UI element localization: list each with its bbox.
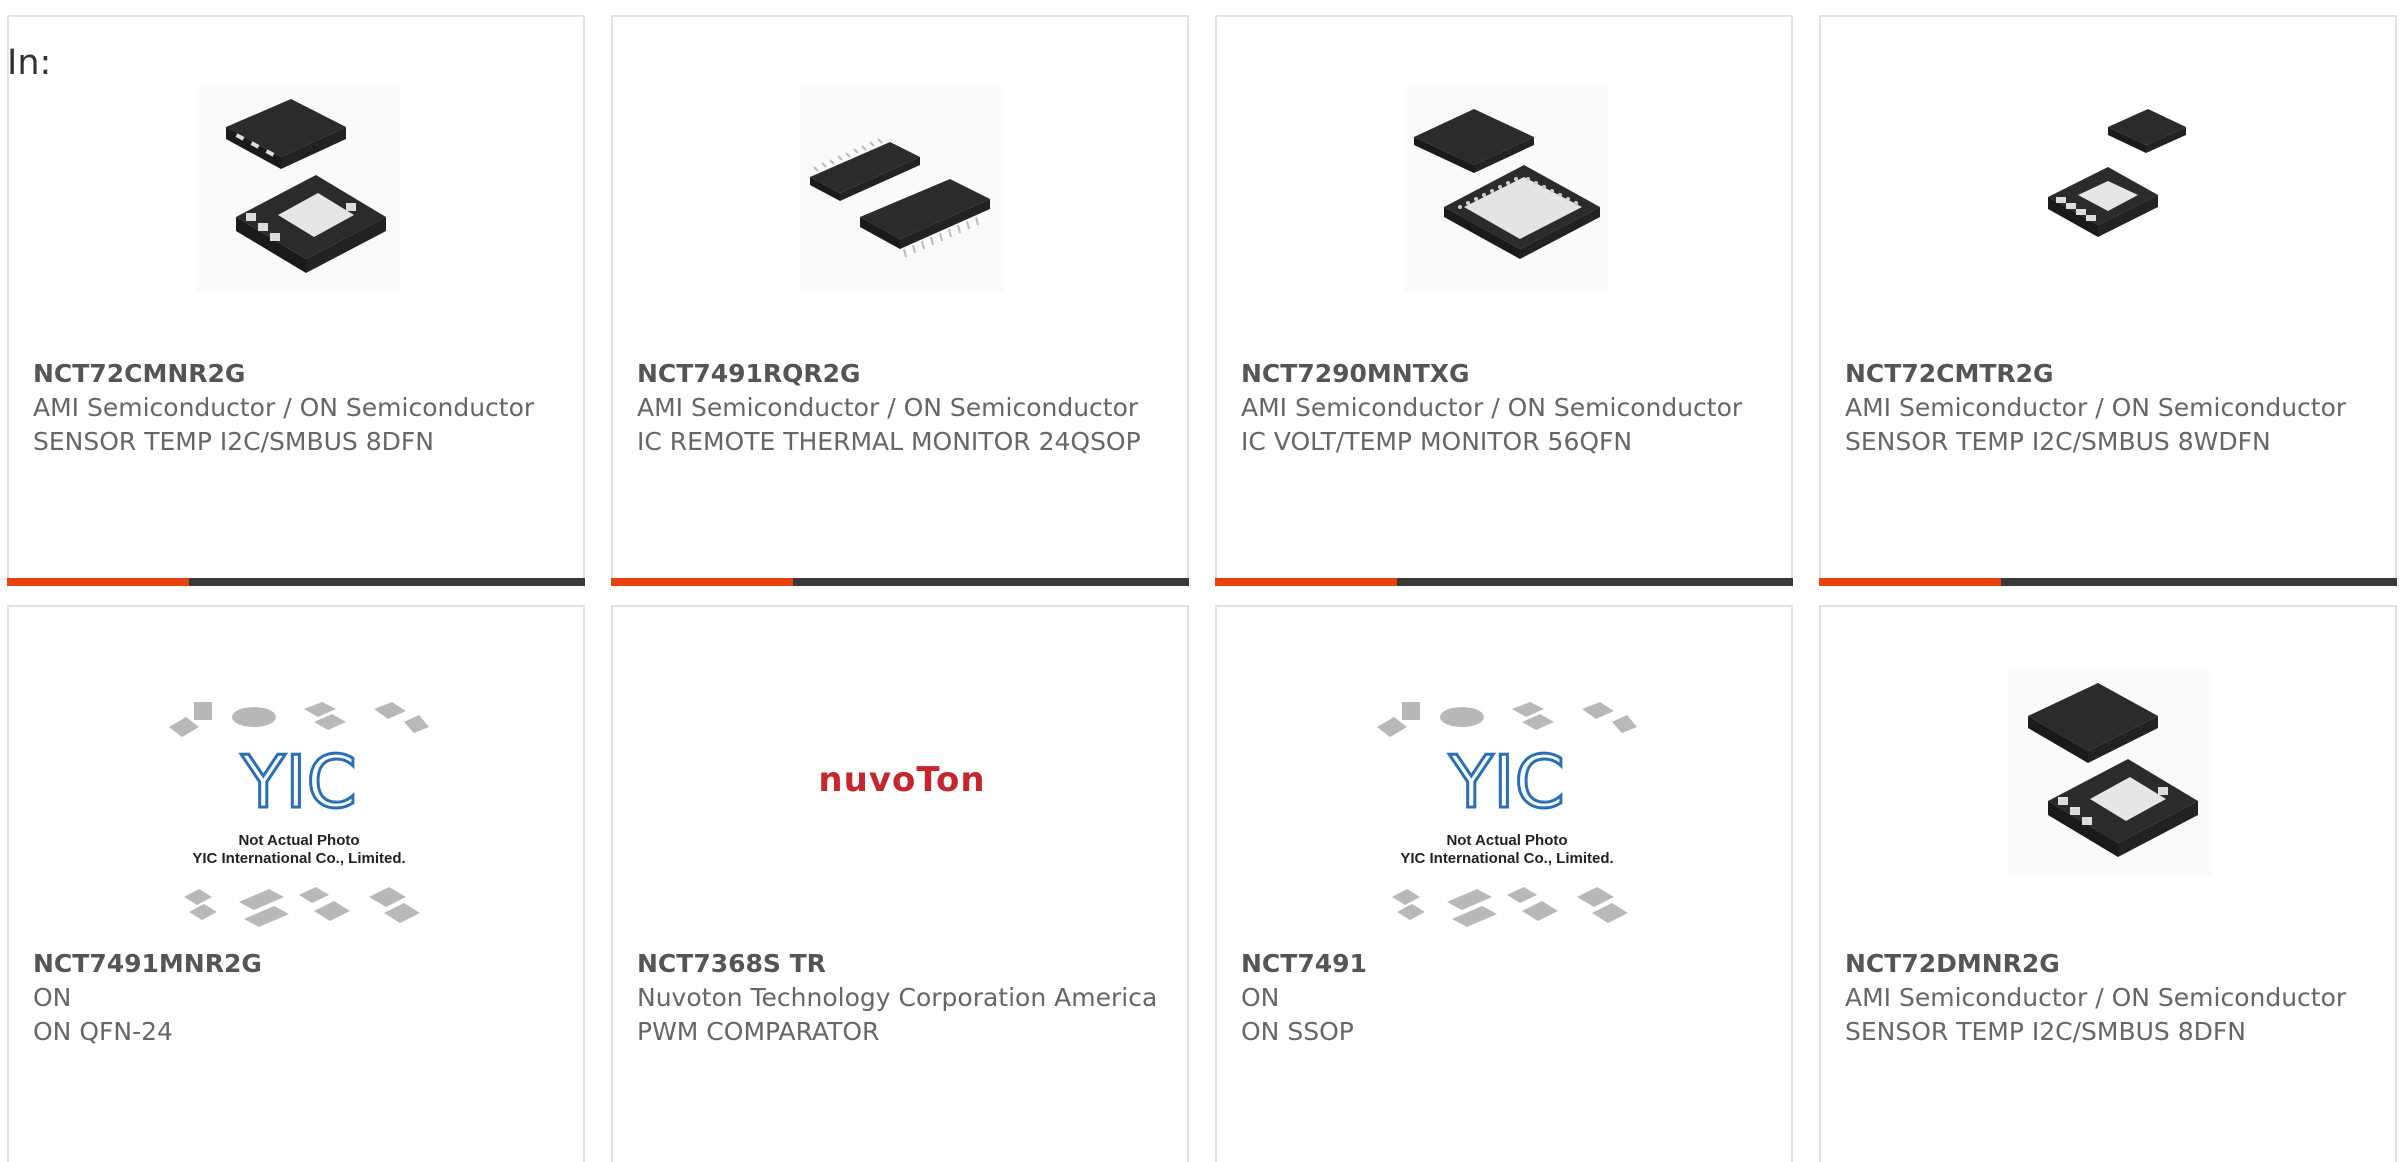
qfn-56-package-icon[interactable] [1404, 87, 1608, 291]
product-card[interactable]: NCT72CMNR2G AMI Semiconductor / ON Semic… [7, 15, 585, 586]
nuvoton-logo: nuvoTon [791, 749, 1013, 809]
product-card[interactable]: NCT7491RQR2G AMI Semiconductor / ON Semi… [611, 15, 1189, 586]
product-card[interactable]: NCT7290MNTXG AMI Semiconductor / ON Semi… [1215, 15, 1793, 586]
product-card[interactable]: NCT72CMTR2G AMI Semiconductor / ON Semic… [1819, 15, 2397, 586]
description: IC REMOTE THERMAL MONITOR 24QSOP [637, 427, 1141, 456]
description: ON SSOP [1241, 1017, 1354, 1046]
qsop-24-package-icon[interactable] [800, 87, 1004, 291]
yic-placeholder-image[interactable]: YIC Not Actual Photo YIC International C… [1372, 697, 1642, 937]
part-number-link[interactable]: NCT72DMNR2G [1845, 947, 2375, 981]
product-info: NCT72DMNR2G AMI Semiconductor / ON Semic… [1845, 947, 2375, 1049]
description: ON QFN-24 [33, 1017, 173, 1046]
product-info: NCT7491 ON ON SSOP [1241, 947, 1771, 1049]
in-label: In: [7, 43, 52, 83]
placeholder-company: YIC International Co., Limited. [1400, 850, 1613, 867]
description: SENSOR TEMP I2C/SMBUS 8DFN [1845, 1017, 2246, 1046]
description: IC VOLT/TEMP MONITOR 56QFN [1241, 427, 1633, 456]
product-info: NCT7368S TR Nuvoton Technology Corporati… [637, 947, 1167, 1049]
product-card[interactable]: nuvoTon NCT7368S TR Nuvoton Technology C… [611, 605, 1189, 1162]
manufacturer: ON [1241, 983, 1280, 1012]
product-card[interactable]: YIC Not Actual Photo YIC International C… [7, 605, 585, 1162]
manufacturer: AMI Semiconductor / ON Semiconductor [1845, 983, 2347, 1012]
manufacturer: AMI Semiconductor / ON Semiconductor [637, 393, 1139, 422]
product-info: NCT72CMTR2G AMI Semiconductor / ON Semic… [1845, 357, 2375, 459]
nuvoton-logo-text: nuvoTon [818, 760, 985, 800]
part-number-link[interactable]: NCT7368S TR [637, 947, 1167, 981]
placeholder-company: YIC International Co., Limited. [192, 850, 405, 867]
svg-text:YIC: YIC [240, 740, 357, 824]
card-accent-bar [1215, 578, 1793, 586]
product-card[interactable]: YIC Not Actual Photo YIC International C… [1215, 605, 1793, 1162]
part-number-link[interactable]: NCT7491RQR2G [637, 357, 1167, 391]
svg-text:YIC: YIC [1448, 740, 1565, 824]
manufacturer: AMI Semiconductor / ON Semiconductor [33, 393, 535, 422]
product-card[interactable]: NCT72DMNR2G AMI Semiconductor / ON Semic… [1819, 605, 2397, 1162]
product-info: NCT7491RQR2G AMI Semiconductor / ON Semi… [637, 357, 1167, 459]
part-number-link[interactable]: NCT72CMNR2G [33, 357, 563, 391]
description: PWM COMPARATOR [637, 1017, 880, 1046]
part-number-link[interactable]: NCT7491 [1241, 947, 1771, 981]
placeholder-title: Not Actual Photo [238, 832, 359, 849]
part-number-link[interactable]: NCT7290MNTXG [1241, 357, 1771, 391]
card-accent-bar [611, 578, 1189, 586]
manufacturer: ON [33, 983, 72, 1012]
card-accent-bar [1819, 578, 2397, 586]
part-number-link[interactable]: NCT7491MNR2G [33, 947, 563, 981]
product-info: NCT7491MNR2G ON ON QFN-24 [33, 947, 563, 1049]
product-info: NCT7290MNTXG AMI Semiconductor / ON Semi… [1241, 357, 1771, 459]
manufacturer: AMI Semiconductor / ON Semiconductor [1241, 393, 1743, 422]
product-info: NCT72CMNR2G AMI Semiconductor / ON Semic… [33, 357, 563, 459]
yic-placeholder-image[interactable]: YIC Not Actual Photo YIC International C… [164, 697, 434, 937]
description: SENSOR TEMP I2C/SMBUS 8DFN [33, 427, 434, 456]
manufacturer: Nuvoton Technology Corporation America [637, 983, 1158, 1012]
placeholder-title: Not Actual Photo [1446, 832, 1567, 849]
dfn-8-package-icon[interactable] [196, 87, 400, 291]
dfn-8-package-icon[interactable] [2008, 671, 2212, 875]
manufacturer: AMI Semiconductor / ON Semiconductor [1845, 393, 2347, 422]
product-grid-page: In: NCT72CMNR2G AMI Semiconductor / ON S… [0, 0, 2400, 1162]
description: SENSOR TEMP I2C/SMBUS 8WDFN [1845, 427, 2271, 456]
part-number-link[interactable]: NCT72CMTR2G [1845, 357, 2375, 391]
card-accent-bar [7, 578, 585, 586]
wdfn-8-package-icon[interactable] [2008, 87, 2212, 291]
